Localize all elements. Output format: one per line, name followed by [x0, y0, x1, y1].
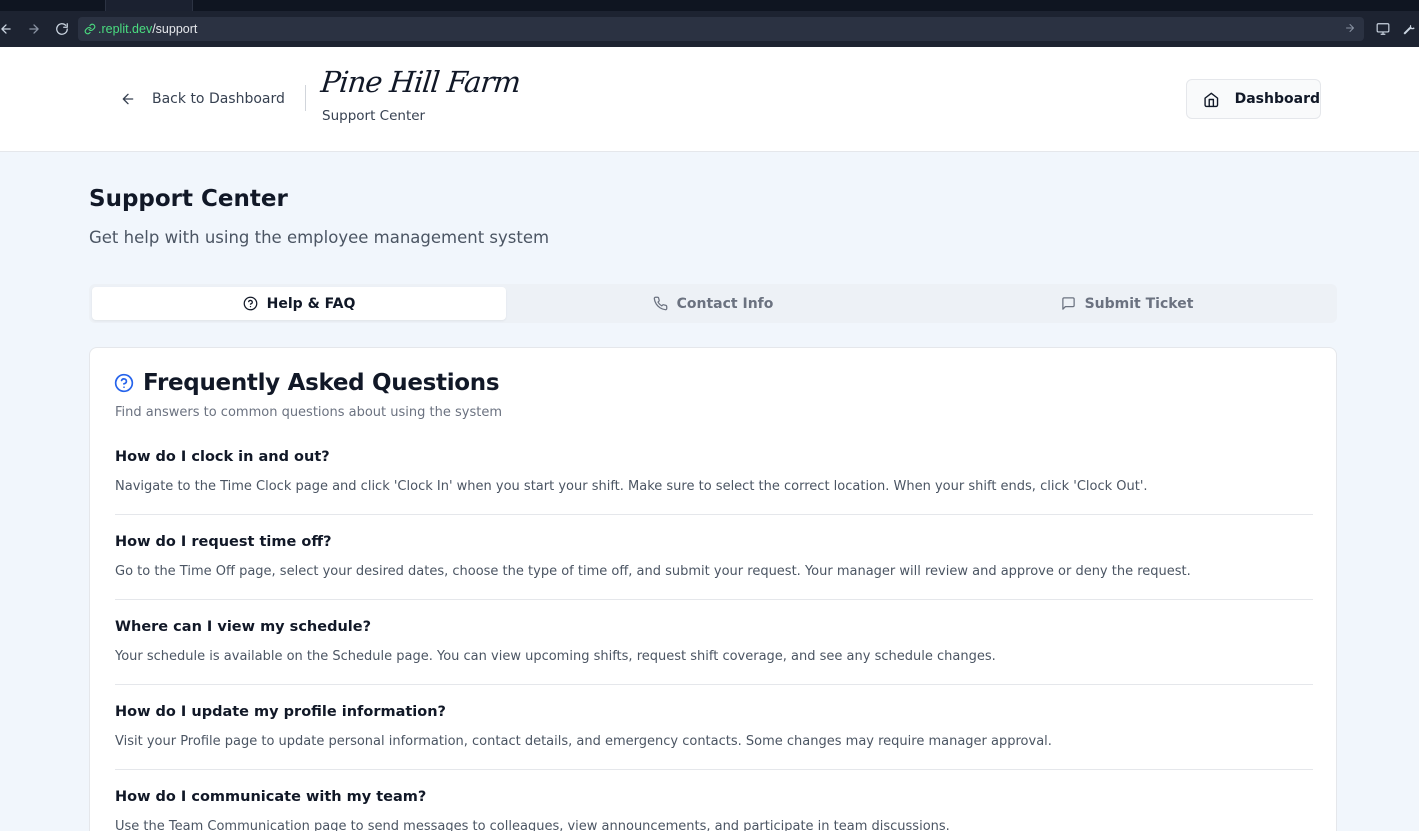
tab-label: Contact Info [676, 295, 774, 312]
faq-card: Frequently Asked Questions Find answers … [89, 347, 1337, 831]
go-arrow-icon[interactable] [1344, 22, 1356, 34]
faq-item: How do I update my profile information? … [115, 704, 1313, 749]
brand-logo: Pine Hill Farm [319, 65, 522, 99]
faq-item: How do I clock in and out? Navigate to t… [115, 449, 1313, 494]
faq-question: How do I update my profile information? [115, 704, 446, 720]
brand-subtitle: Support Center [322, 108, 426, 124]
wrench-icon[interactable] [1401, 22, 1417, 36]
faq-divider [115, 684, 1313, 685]
browser-reload-icon[interactable] [52, 19, 72, 39]
faq-divider [115, 769, 1313, 770]
faq-answer: Navigate to the Time Clock page and clic… [115, 479, 1148, 494]
tab-help-faq[interactable]: Help & FAQ [92, 287, 506, 320]
tab-label: Help & FAQ [266, 295, 356, 312]
browser-toolbar: .replit.dev/support [0, 11, 1419, 47]
url-path: /support [152, 22, 198, 36]
faq-answer: Use the Team Communication page to send … [115, 819, 950, 831]
faq-item: How do I request time off? Go to the Tim… [115, 534, 1313, 579]
page-title: Support Center [89, 186, 288, 212]
faq-title-text: Frequently Asked Questions [143, 370, 500, 396]
link-icon [84, 23, 96, 35]
browser-back-icon[interactable] [0, 19, 16, 39]
phone-icon [653, 296, 668, 311]
help-circle-icon [114, 373, 134, 393]
support-tabs: Help & FAQ Contact Info Submit Ticket [89, 284, 1337, 323]
app-header: Back to Dashboard Pine Hill Farm Support… [0, 47, 1419, 152]
message-square-icon [1061, 297, 1075, 310]
dashboard-button-label: Dashboard [1234, 91, 1320, 107]
faq-description: Find answers to common questions about u… [115, 405, 502, 420]
arrow-left-icon [122, 93, 134, 105]
tab-submit-ticket[interactable]: Submit Ticket [920, 287, 1334, 320]
faq-answer: Go to the Time Off page, select your des… [115, 564, 1191, 579]
help-circle-icon [243, 296, 258, 311]
faq-item: How do I communicate with my team? Use t… [115, 789, 1313, 831]
browser-url-field[interactable]: .replit.dev/support [78, 17, 1364, 41]
faq-divider [115, 599, 1313, 600]
faq-divider [115, 514, 1313, 515]
faq-question: How do I request time off? [115, 534, 332, 550]
faq-question: How do I communicate with my team? [115, 789, 427, 805]
home-icon [1204, 92, 1219, 107]
faq-answer: Visit your Profile page to update person… [115, 734, 1052, 749]
tab-contact-info[interactable]: Contact Info [506, 287, 920, 320]
browser-tab[interactable] [105, 0, 193, 11]
faq-answer: Your schedule is available on the Schedu… [115, 649, 996, 664]
dashboard-button[interactable]: Dashboard [1186, 79, 1321, 119]
header-divider [305, 85, 306, 111]
faq-question: Where can I view my schedule? [115, 619, 371, 635]
devices-icon[interactable] [1375, 22, 1391, 36]
faq-title: Frequently Asked Questions [114, 370, 500, 396]
faq-question: How do I clock in and out? [115, 449, 330, 465]
tab-label: Submit Ticket [1084, 295, 1194, 312]
browser-forward-icon[interactable] [24, 19, 44, 39]
browser-tab-strip [0, 0, 1419, 11]
page-subtitle: Get help with using the employee managem… [89, 228, 550, 247]
back-to-dashboard-link[interactable]: Back to Dashboard [120, 87, 285, 111]
faq-item: Where can I view my schedule? Your sched… [115, 619, 1313, 664]
back-to-dashboard-label: Back to Dashboard [152, 91, 285, 107]
url-host: .replit.dev [98, 22, 153, 36]
